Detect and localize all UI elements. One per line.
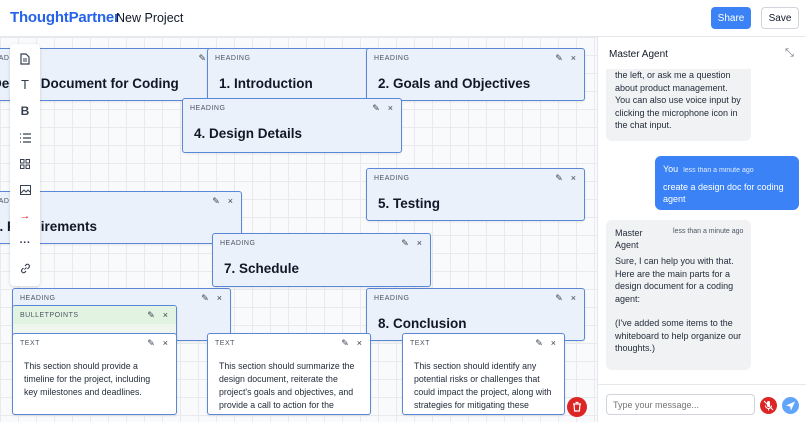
agent-message: the left, or ask me a question about pro… [606, 69, 751, 141]
close-icon[interactable]: × [228, 196, 233, 207]
close-icon[interactable]: × [388, 103, 393, 114]
agent-message: Master Agent less than a minute ago Sure… [606, 220, 751, 370]
text-card[interactable]: TEXT ✎ × This section should summarize t… [207, 333, 371, 415]
heading-card[interactable]: HEADING 1. Introduction [207, 48, 377, 101]
edit-icon[interactable]: ✎ [555, 53, 563, 64]
card-type-label: TEXT [410, 340, 430, 347]
close-icon[interactable]: × [571, 53, 576, 64]
message-text: the left, or ask me a question about pro… [615, 70, 741, 130]
save-button[interactable]: Save [761, 7, 799, 29]
card-body-text: This section should identify any potenti… [414, 361, 552, 410]
card-title: 8. Conclusion [378, 316, 467, 331]
heading-card[interactable]: HEADING ✎ × 5. Testing [366, 168, 585, 221]
message-time: less than a minute ago [683, 167, 754, 174]
card-body-text: This section should summarize the design… [219, 361, 355, 410]
trash-icon[interactable] [567, 397, 587, 417]
card-body-text: This section should provide a timeline f… [24, 361, 151, 397]
edit-icon[interactable]: ✎ [147, 310, 155, 321]
card-title: 7. Schedule [224, 261, 300, 276]
edit-icon[interactable]: ✎ [212, 196, 220, 207]
more-icon[interactable]: ··· [10, 232, 40, 254]
image-icon[interactable] [10, 179, 40, 201]
card-type-label: HEADING [374, 175, 410, 182]
close-icon[interactable]: × [357, 338, 362, 349]
heading-card[interactable]: HEADING ✎ × 4. Design Details [182, 98, 402, 153]
message-text: create a design doc for coding agent [663, 181, 784, 205]
card-type-label: HEADING [374, 295, 410, 302]
bold-icon[interactable]: B [10, 100, 40, 122]
share-button[interactable]: Share [711, 7, 751, 29]
card-title: 2. Goals and Objectives [378, 76, 531, 91]
collapse-icon[interactable]: ⤡ [785, 47, 794, 60]
send-icon[interactable] [782, 397, 799, 414]
microphone-icon[interactable] [760, 397, 777, 414]
card-type-label: HEADING [20, 295, 56, 302]
grid-icon[interactable] [10, 153, 40, 175]
card-type-label: TEXT [215, 340, 235, 347]
message-text: (I've added some items to the whiteboard… [615, 318, 742, 353]
message-time: less than a minute ago [673, 228, 744, 235]
card-title: 4. Design Details [194, 126, 303, 141]
text-card[interactable]: TEXT ✎ × This section should provide a t… [12, 333, 177, 415]
card-type-label: HEADING [220, 240, 256, 247]
link-icon[interactable] [10, 258, 40, 280]
close-icon[interactable]: × [571, 173, 576, 184]
project-title[interactable]: New Project [116, 11, 183, 25]
card-type-label: HEADING [190, 105, 226, 112]
close-icon[interactable]: × [417, 238, 422, 249]
text-icon[interactable]: T [10, 74, 40, 96]
top-bar: ThoughtPartner New Project Share Save [0, 0, 806, 37]
card-type-label: HEADING [215, 55, 251, 62]
user-message: You less than a minute ago create a desi… [655, 156, 799, 210]
card-title: 1. Introduction [219, 76, 313, 91]
close-icon[interactable]: × [163, 310, 168, 321]
chat-composer [598, 384, 806, 422]
card-type-label: TEXT [20, 340, 40, 347]
edit-icon[interactable]: ✎ [555, 173, 563, 184]
edit-icon[interactable]: ✎ [198, 53, 206, 64]
brand-logo[interactable]: ThoughtPartner [10, 9, 120, 26]
heading-card[interactable]: HEADING ✎ × 2. Goals and Objectives [366, 48, 585, 101]
arrow-icon[interactable]: → [10, 205, 40, 227]
message-author: Master Agent [615, 228, 643, 250]
message-text: Sure, I can help you with that. Here are… [615, 256, 734, 304]
card-type-label: HEADING [374, 55, 410, 62]
close-icon[interactable]: × [571, 293, 576, 304]
card-title: 5. Testing [378, 196, 441, 211]
chat-panel: Master Agent ⤡ the left, or ask me a que… [597, 37, 806, 422]
edit-icon[interactable]: ✎ [201, 293, 209, 304]
list-icon[interactable] [10, 127, 40, 149]
heading-card[interactable]: HEADING ✎ × 7. Schedule [212, 233, 431, 287]
whiteboard-toolbar: T B → ··· [10, 44, 40, 286]
message-input[interactable] [606, 394, 755, 415]
edit-icon[interactable]: ✎ [535, 338, 543, 349]
edit-icon[interactable]: ✎ [555, 293, 563, 304]
edit-icon[interactable]: ✎ [372, 103, 380, 114]
panel-title: Master Agent [609, 49, 668, 60]
whiteboard-canvas[interactable]: HEADING ✎ Design Document for Coding HEA… [0, 37, 597, 422]
message-list[interactable]: the left, or ask me a question about pro… [598, 69, 806, 381]
close-icon[interactable]: × [217, 293, 222, 304]
edit-icon[interactable]: ✎ [341, 338, 349, 349]
card-type-label: BULLETPOINTS [20, 312, 79, 319]
message-author: You [663, 164, 679, 174]
close-icon[interactable]: × [163, 338, 168, 349]
edit-icon[interactable]: ✎ [401, 238, 409, 249]
document-icon[interactable] [10, 48, 40, 70]
close-icon[interactable]: × [551, 338, 556, 349]
text-card[interactable]: TEXT ✎ × This section should identify an… [402, 333, 565, 415]
edit-icon[interactable]: ✎ [147, 338, 155, 349]
